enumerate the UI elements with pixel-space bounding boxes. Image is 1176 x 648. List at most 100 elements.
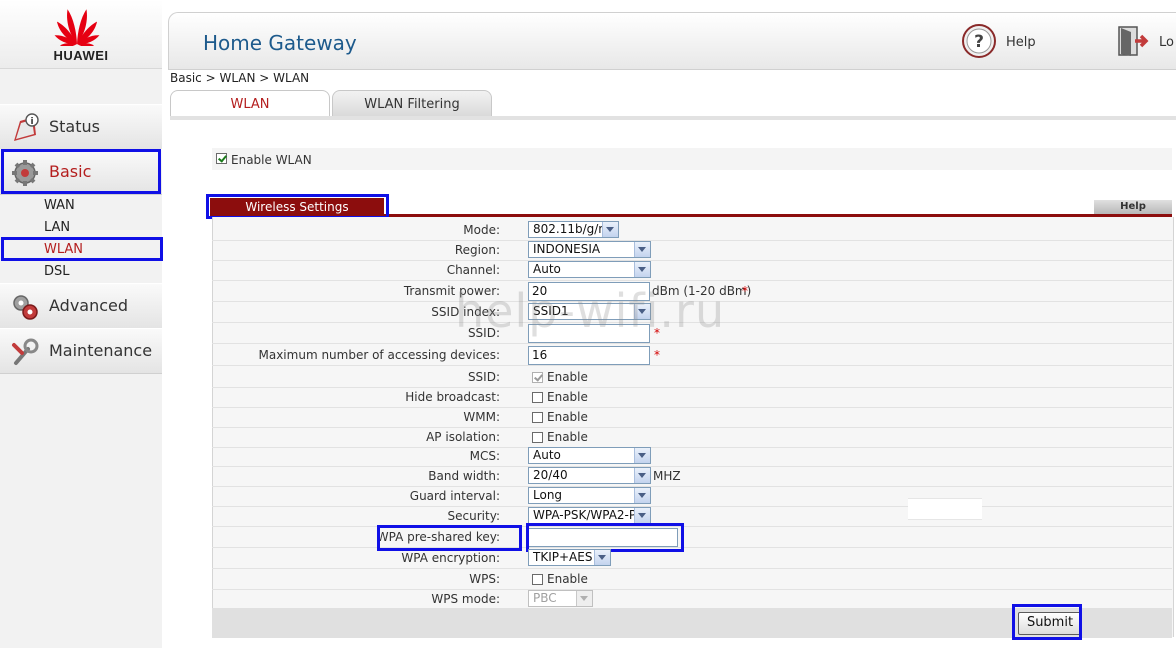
region-label: Region:	[454, 243, 500, 257]
chevron-down-icon	[634, 304, 650, 319]
ap-isolation-checkbox[interactable]	[532, 432, 543, 443]
chevron-down-icon	[634, 468, 650, 483]
wpa-key-input[interactable]	[528, 528, 678, 547]
breadcrumb: Basic > WLAN > WLAN	[170, 71, 310, 85]
security-select[interactable]: WPA-PSK/WPA2-P	[528, 507, 651, 524]
enable-wlan-row: Enable WLAN	[212, 148, 1172, 170]
row-ap-isolation: AP isolation: Enable	[212, 427, 1172, 448]
band-width-unit: MHZ	[653, 469, 681, 483]
guard-interval-label: Guard interval:	[409, 489, 500, 503]
basic-gear-icon	[12, 160, 38, 186]
sidebar-item-wlan[interactable]: WLAN	[44, 242, 83, 257]
tab-wlan[interactable]: WLAN	[170, 90, 330, 117]
header: Home Gateway ? Help Lo	[168, 12, 1176, 70]
wps-checkbox[interactable]	[532, 574, 543, 585]
wmm-checkbox[interactable]	[532, 412, 543, 423]
nav-status[interactable]: i Status	[0, 104, 162, 150]
transmit-power-unit: dBm (1-20 dBm)	[652, 284, 752, 298]
sidebar-item-dsl[interactable]: DSL	[44, 264, 70, 279]
logo: HUAWEI	[0, 0, 162, 69]
enable-wlan-checkbox[interactable]	[216, 153, 227, 164]
ap-isolation-text: Enable	[547, 430, 588, 444]
mcs-select[interactable]: Auto	[528, 447, 651, 464]
row-channel: Channel: Auto	[212, 260, 1172, 281]
row-wpa-key: WPA pre-shared key:	[212, 527, 1172, 548]
chevron-down-icon	[594, 550, 610, 565]
transmit-power-label: Transmit power:	[403, 284, 500, 298]
band-width-select[interactable]: 20/40	[528, 467, 651, 484]
help-link[interactable]: Help	[1006, 35, 1036, 50]
row-ssid-name: SSID: *	[212, 323, 1172, 344]
sidebar: HUAWEI i Status Basic WAN LAN WLAN DSL A…	[0, 0, 162, 648]
hide-broadcast-text: Enable	[547, 390, 588, 404]
svg-text:?: ?	[974, 32, 984, 52]
row-transmit-power: Transmit power: 20 dBm (1-20 dBm) *	[212, 281, 1172, 302]
svg-text:i: i	[30, 117, 33, 127]
ssid-index-label: SSID index:	[431, 305, 500, 319]
channel-select[interactable]: Auto	[528, 261, 651, 278]
row-guard-interval: Guard interval: Long	[212, 486, 1172, 507]
nav-advanced-label: Advanced	[49, 296, 129, 315]
mode-select[interactable]: 802.11b/g/n	[528, 221, 619, 238]
mode-label: Mode:	[463, 223, 500, 237]
huawei-logo-icon	[54, 9, 100, 46]
wps-mode-select[interactable]: PBC	[528, 590, 593, 607]
wps-label: WPS:	[469, 572, 500, 586]
submit-button[interactable]: Submit	[1018, 612, 1082, 635]
region-select[interactable]: INDONESIA	[528, 241, 651, 258]
mcs-label: MCS:	[469, 449, 500, 463]
max-devices-input[interactable]: 16	[528, 346, 650, 365]
security-label: Security:	[447, 509, 500, 523]
logo-text: HUAWEI	[53, 48, 109, 63]
ssid-index-select[interactable]: SSID1	[528, 303, 651, 320]
nav-advanced[interactable]: Advanced	[0, 283, 162, 329]
sidebar-item-wan[interactable]: WAN	[44, 198, 75, 213]
channel-label: Channel:	[446, 263, 500, 277]
help-icon[interactable]: ?	[961, 23, 997, 59]
row-region: Region: INDONESIA	[212, 240, 1172, 261]
ssid-enable-checkbox[interactable]	[532, 372, 543, 383]
logout-icon[interactable]	[1115, 23, 1151, 59]
hide-broadcast-checkbox[interactable]	[532, 392, 543, 403]
transmit-power-required: *	[742, 284, 748, 298]
status-icon: i	[14, 113, 39, 141]
ssid-name-required: *	[654, 326, 660, 340]
nav-maintenance[interactable]: Maintenance	[0, 328, 162, 374]
max-devices-label: Maximum number of accessing devices:	[258, 348, 501, 362]
row-mcs: MCS: Auto	[212, 446, 1172, 467]
row-security: Security: WPA-PSK/WPA2-P	[212, 506, 1172, 527]
wpa-encryption-select[interactable]: TKIP+AES	[528, 549, 611, 566]
row-max-devices: Maximum number of accessing devices: 16 …	[212, 345, 1172, 366]
ssid-name-input[interactable]	[528, 324, 650, 343]
sidebar-item-lan[interactable]: LAN	[44, 220, 70, 235]
transmit-power-input[interactable]: 20	[528, 282, 650, 301]
enable-wlan-label: Enable WLAN	[231, 153, 312, 167]
chevron-down-icon	[634, 488, 650, 503]
chevron-down-icon	[634, 508, 650, 523]
row-wps-mode: WPS mode: PBC	[212, 589, 1172, 610]
row-ssid-enable: SSID: Enable	[212, 367, 1172, 388]
chevron-down-icon	[576, 591, 592, 606]
wps-mode-label: WPS mode:	[431, 592, 500, 606]
ssid-name-label: SSID:	[467, 326, 500, 340]
nav-basic[interactable]: Basic	[0, 149, 162, 195]
maintenance-icon	[12, 338, 39, 365]
chevron-down-icon	[634, 242, 650, 257]
logout-link[interactable]: Lo	[1159, 35, 1174, 50]
chevron-down-icon	[634, 262, 650, 277]
wpa-encryption-label: WPA encryption:	[401, 551, 500, 565]
wps-text: Enable	[547, 572, 588, 586]
nav-basic-label: Basic	[49, 162, 92, 181]
row-wmm: WMM: Enable	[212, 407, 1172, 428]
guard-interval-select[interactable]: Long	[528, 487, 651, 504]
wpa-key-label: WPA pre-shared key:	[376, 530, 500, 544]
blank-strip	[908, 498, 982, 520]
advanced-icon	[13, 295, 38, 320]
ssid-enable-label: SSID:	[467, 370, 500, 384]
ap-isolation-label: AP isolation:	[426, 430, 500, 444]
section-help-button[interactable]: Help	[1094, 200, 1172, 214]
row-mode: Mode: 802.11b/g/n	[212, 220, 1172, 241]
row-wpa-encryption: WPA encryption: TKIP+AES	[212, 548, 1172, 569]
tab-wlan-filtering[interactable]: WLAN Filtering	[332, 90, 492, 117]
row-ssid-index: SSID index: SSID1	[212, 302, 1172, 323]
